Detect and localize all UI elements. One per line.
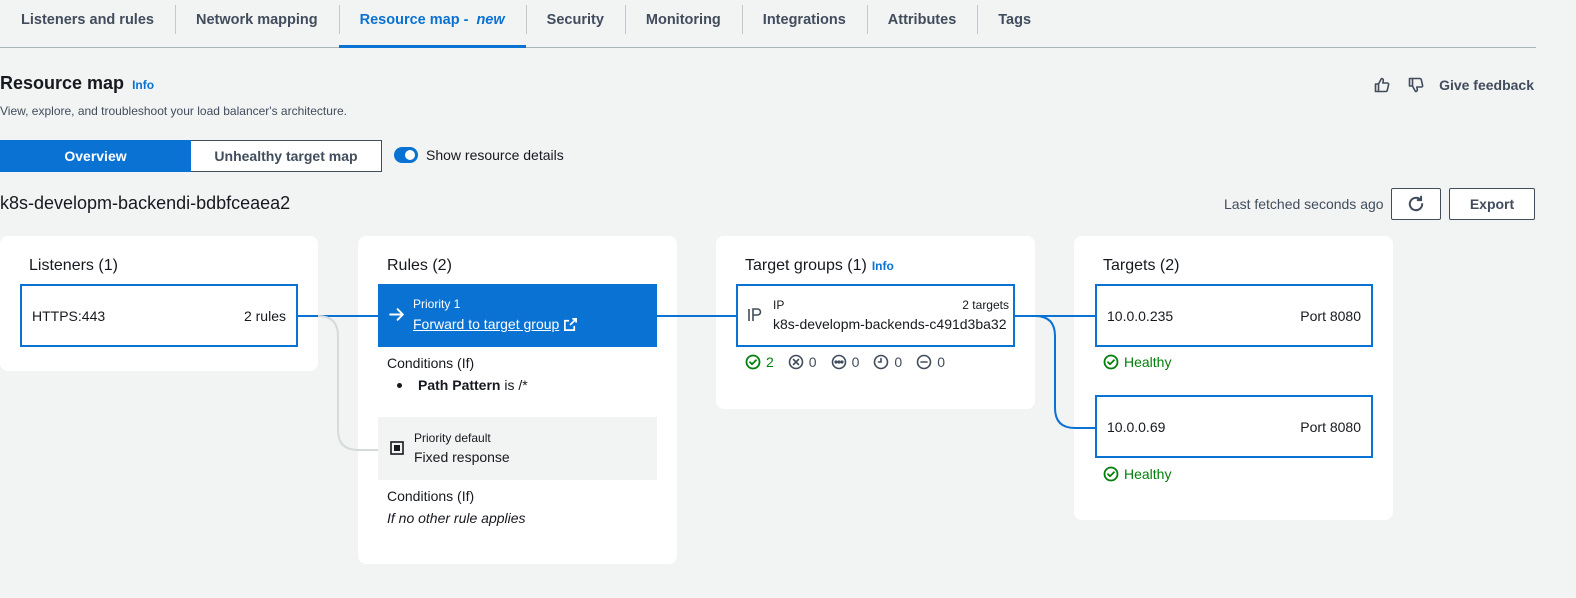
draining-count: 0 xyxy=(894,354,903,370)
export-button[interactable]: Export xyxy=(1449,188,1535,220)
target-ip: 10.0.0.69 xyxy=(1107,418,1166,435)
thumbs-up-icon[interactable] xyxy=(1371,75,1393,95)
rule1-conditions-label: Conditions (If) xyxy=(387,355,475,371)
unhealthy-count: 0 xyxy=(808,354,817,370)
target-status: Healthy xyxy=(1124,354,1172,370)
unused-count: 0 xyxy=(851,354,860,370)
rule-priority-default[interactable]: Priority default Fixed response xyxy=(378,417,657,480)
rule2-conditions-label: Conditions (If) xyxy=(387,488,475,504)
show-details-toggle[interactable] xyxy=(394,147,418,163)
show-resource-details: Show resource details xyxy=(394,147,564,163)
listener-rule-count: 2 rules xyxy=(243,307,286,324)
view-segmented-control: Overview Unhealthy target map xyxy=(0,140,382,172)
draining-stat: 0 xyxy=(873,354,902,370)
tab-label: Security xyxy=(546,12,604,28)
new-badge: new xyxy=(476,12,505,28)
status-unhealthy-icon xyxy=(788,354,804,370)
unhealthy-target-map-button[interactable]: Unhealthy target map xyxy=(191,140,382,172)
tab-resource-map[interactable]: Resource map - new xyxy=(338,0,526,48)
unhealthy-stat: 0 xyxy=(788,354,817,370)
tab-label: Resource map - xyxy=(359,12,473,28)
info-link[interactable]: Info xyxy=(132,78,154,92)
tab-bar: Listeners and rules Network mapping Reso… xyxy=(0,0,1536,48)
target-group-type: IP xyxy=(773,298,785,312)
page-title-text: Resource map xyxy=(0,73,125,93)
target-ip: 10.0.0.235 xyxy=(1107,307,1174,324)
tab-label: Attributes xyxy=(887,12,957,28)
page-title: Resource map Info xyxy=(0,73,154,94)
page-description: View, explore, and troubleshoot your loa… xyxy=(0,104,347,118)
target-group-count: 2 targets xyxy=(962,298,1009,312)
target-groups-title: Target groups (1) Info xyxy=(745,257,894,275)
overview-button[interactable]: Overview xyxy=(0,140,191,172)
condition-value: is /* xyxy=(500,377,528,393)
arrow-right-icon xyxy=(389,308,404,321)
rule-priority-1[interactable]: Priority 1 Forward to target group xyxy=(378,284,657,347)
target-status: Healthy xyxy=(1124,466,1172,482)
rule1-condition: Path Pattern is /* xyxy=(397,377,528,393)
tab-label: Integrations xyxy=(762,12,846,28)
listener-node[interactable]: HTTPS:443 2 rules xyxy=(20,284,298,347)
tab-security[interactable]: Security xyxy=(525,0,625,40)
unused-stat: 0 xyxy=(831,354,860,370)
tab-tags[interactable]: Tags xyxy=(977,0,1052,40)
rules-title: Rules (2) xyxy=(387,257,452,274)
thumbs-down-icon[interactable] xyxy=(1405,75,1427,95)
last-fetched: Last fetched seconds ago xyxy=(1224,196,1384,212)
unavailable-count: 0 xyxy=(937,354,945,370)
rule-priority-label: Priority 1 xyxy=(413,297,461,311)
status-unavailable-icon xyxy=(916,354,932,370)
forward-to-target-group-link[interactable]: Forward to target group xyxy=(413,316,578,332)
target-health: Healthy xyxy=(1103,466,1171,482)
feedback-area: Give feedback xyxy=(1371,75,1534,95)
healthy-stat: 2 xyxy=(745,354,774,370)
rule-priority-label: Priority default xyxy=(414,431,491,445)
status-healthy-icon xyxy=(745,354,761,370)
bullet xyxy=(397,382,402,388)
targets-title: Targets (2) xyxy=(1103,257,1180,274)
give-feedback-link[interactable]: Give feedback xyxy=(1439,77,1534,93)
status-healthy-icon xyxy=(1103,354,1119,370)
rule2-condition: If no other rule applies xyxy=(387,510,526,526)
status-healthy-icon xyxy=(1103,466,1119,482)
target-group-name: k8s-developm-backends-c491d3ba32 xyxy=(773,316,1007,332)
target-groups-info-link[interactable]: Info xyxy=(872,259,894,273)
tab-integrations[interactable]: Integrations xyxy=(741,0,867,40)
load-balancer-name: k8s-developm-backendi-bdbfceaea2 xyxy=(0,193,291,213)
refresh-button[interactable] xyxy=(1391,188,1441,220)
status-unused-icon xyxy=(831,354,846,370)
target-group-node[interactable]: IP 2 targets k8s-developm-backends-c491d… xyxy=(736,284,1015,347)
tab-monitoring[interactable]: Monitoring xyxy=(624,0,742,40)
tab-label: Listeners and rules xyxy=(21,12,154,28)
tab-label: Network mapping xyxy=(195,12,318,28)
tab-listeners-and-rules[interactable]: Listeners and rules xyxy=(0,0,175,40)
target-port: Port 8080 xyxy=(1300,307,1361,324)
fixed-response-icon xyxy=(390,441,404,455)
status-draining-icon xyxy=(874,354,889,370)
tab-network-mapping[interactable]: Network mapping xyxy=(174,0,339,40)
tab-attributes[interactable]: Attributes xyxy=(866,0,977,40)
ip-icon xyxy=(747,307,763,328)
target-health: Healthy xyxy=(1103,354,1171,370)
healthy-count: 2 xyxy=(766,354,774,370)
external-link-icon xyxy=(564,317,578,331)
tab-label: Monitoring xyxy=(645,12,721,28)
target-node[interactable]: 10.0.0.235 Port 8080 xyxy=(1095,284,1373,347)
listeners-title: Listeners (1) xyxy=(29,257,118,274)
rule-action-text: Fixed response xyxy=(414,449,510,465)
unavailable-stat: 0 xyxy=(916,354,945,370)
toggle-label: Show resource details xyxy=(426,147,564,163)
target-node[interactable]: 10.0.0.69 Port 8080 xyxy=(1095,395,1373,458)
target-groups-title-text: Target groups (1) xyxy=(745,257,867,274)
refresh-icon xyxy=(1408,195,1424,212)
rule-action-text: Forward to target group xyxy=(413,316,560,332)
target-port: Port 8080 xyxy=(1300,418,1361,435)
target-group-health-stats: 2 0 0 0 0 xyxy=(745,354,945,370)
tab-label: Tags xyxy=(998,12,1032,28)
listener-protocol: HTTPS:443 xyxy=(32,307,106,324)
condition-key: Path Pattern xyxy=(418,377,501,393)
